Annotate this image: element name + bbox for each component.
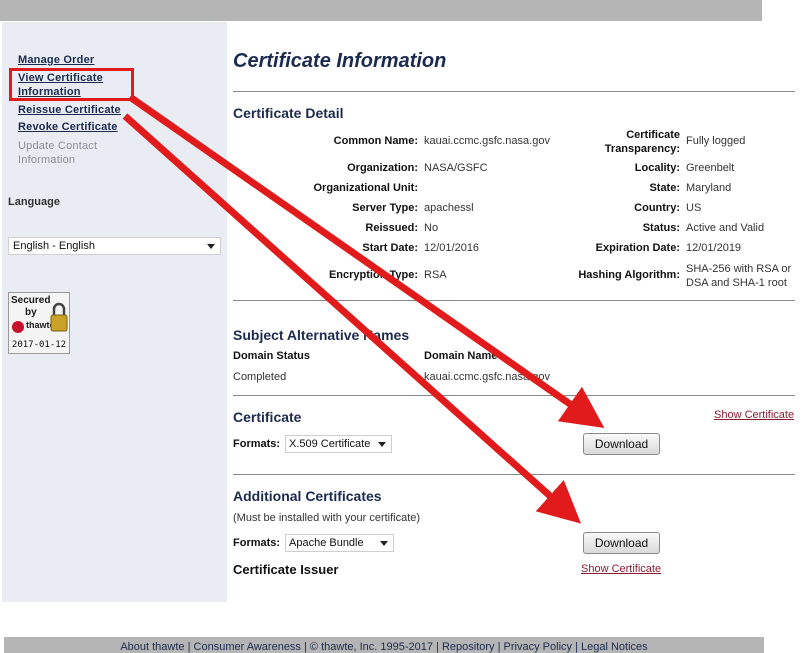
certificate-format-select[interactable]: X.509 Certificate [285,435,392,453]
san-col-status: Domain Status [233,350,311,362]
language-select[interactable]: English - English [8,237,221,255]
divider [233,395,795,396]
certificate-issuer-label: Certificate Issuer [233,562,339,577]
additional-certificates-title: Additional Certificates [233,488,382,504]
detail-label: Encryption Type: [328,269,418,281]
certificate-format-value: X.509 Certificate [289,438,371,450]
sidebar-link-manage-order[interactable]: Manage Order [18,54,94,66]
language-selected-value: English - English [13,240,95,252]
chevron-down-icon [207,244,215,249]
detail-value: RSA [424,269,447,281]
san-row-status: Completed [233,371,287,383]
main-content: Certificate Information Certificate Deta… [233,0,798,600]
detail-label: Country: [634,202,680,214]
formats-label: Formats: [233,438,281,450]
detail-value: SHA-256 with RSA or DSA and SHA-1 root [686,263,792,289]
detail-value: 12/01/2019 [686,242,742,254]
chevron-down-icon [378,442,386,447]
detail-label: Organizational Unit: [313,182,419,194]
detail-label: Common Name: [333,135,418,147]
detail-value: apachessl [424,202,474,214]
additional-format-value: Apache Bundle [289,537,364,549]
detail-label: Organization: [347,162,418,174]
detail-label: Reissued: [365,222,418,234]
detail-value: No [424,222,439,234]
detail-label: Locality: [634,162,680,174]
certificate-title: Certificate [233,409,302,425]
certificate-detail-title: Certificate Detail [233,105,344,121]
san-row-name: kauai.ccmc.gsfc.nasa.gov [424,371,550,383]
footer-link-consumer[interactable]: Consumer Awareness [194,641,301,653]
formats-label: Formats: [233,537,281,549]
footer-link-privacy[interactable]: Privacy Policy [504,641,572,653]
seal-secured-text: Secured [11,295,51,306]
detail-value: US [686,202,702,214]
show-certificate-link[interactable]: Show Certificate [714,409,794,421]
detail-value: Fully logged [686,135,746,147]
footer: About thawte | Consumer Awareness | © th… [4,637,764,653]
detail-value: Greenbelt [686,162,735,174]
divider [233,300,795,301]
detail-value: Active and Valid [686,222,765,234]
detail-value: 12/01/2016 [424,242,480,254]
san-title: Subject Alternative Names [233,327,410,343]
detail-value: kauai.ccmc.gsfc.nasa.gov [424,135,550,147]
annotation-highlight-box [9,68,134,101]
sidebar-link-reissue-certificate[interactable]: Reissue Certificate [18,104,121,116]
footer-link-about[interactable]: About thawte [120,641,184,653]
language-label: Language [8,196,60,208]
sidebar-link-revoke-certificate[interactable]: Revoke Certificate [18,121,118,133]
detail-label: Certificate Transparency: [604,129,680,155]
show-issuer-certificate-link[interactable]: Show Certificate [581,563,661,575]
padlock-icon [50,302,68,332]
additional-download-button[interactable]: Download [583,532,660,554]
detail-label: Status: [642,222,680,234]
footer-link-repository[interactable]: Repository [442,641,495,653]
detail-label: Expiration Date: [595,242,680,254]
divider [233,91,795,92]
detail-label: Hashing Algorithm: [578,269,680,281]
detail-label: State: [649,182,680,194]
footer-link-legal[interactable]: Legal Notices [581,641,648,653]
footer-copyright: © thawte, Inc. 1995-2017 [309,641,433,653]
page-title: Certificate Information [233,50,447,72]
detail-value: Maryland [686,182,732,194]
chevron-down-icon [380,541,388,546]
detail-label: Server Type: [352,202,418,214]
sidebar: Manage Order View Certificate Informatio… [2,22,227,602]
additional-note: (Must be installed with your certificate… [233,512,421,524]
seal-by-text: by [25,307,37,318]
seal-date: 2017-01-12 [11,340,67,350]
divider [233,474,795,475]
thawte-secured-seal[interactable]: Secured by thawte 2017-01-12 [8,292,70,354]
san-col-name: Domain Name [424,350,498,362]
certificate-download-button[interactable]: Download [583,433,660,455]
additional-format-select[interactable]: Apache Bundle [285,534,394,552]
sidebar-link-update-contact: Update Contact Information [18,140,98,166]
thawte-logo-icon [12,321,24,333]
detail-label: Start Date: [362,242,418,254]
detail-value: NASA/GSFC [424,162,488,174]
